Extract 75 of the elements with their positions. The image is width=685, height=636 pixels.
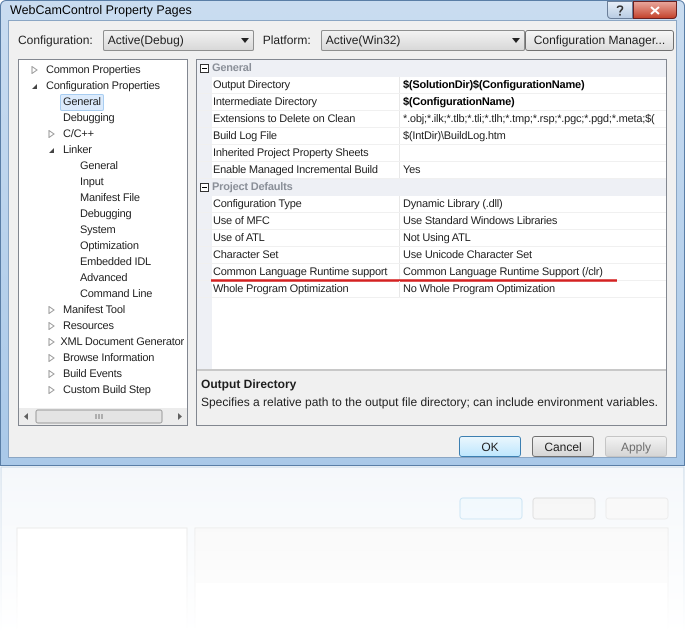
- collapsed-arrow-icon[interactable]: [48, 322, 55, 330]
- tree-item[interactable]: Manifest Tool: [60, 302, 128, 318]
- close-icon: [650, 6, 660, 14]
- tree-item[interactable]: General: [77, 158, 121, 174]
- help-button[interactable]: [607, 1, 633, 19]
- category-label: General: [212, 61, 252, 76]
- property-name[interactable]: Extensions to Delete on Clean: [213, 110, 356, 128]
- property-value[interactable]: Not Using ATL: [403, 230, 471, 246]
- tree-item[interactable]: Command Line: [77, 286, 156, 302]
- collapsed-arrow-icon[interactable]: [48, 354, 55, 362]
- tree-item[interactable]: Custom Build Step: [60, 382, 154, 398]
- property-value[interactable]: *.obj;*.ilk;*.tlb;*.tli;*.tlh;*.tmp;*.rsp;*.pgc;*.pgd;*.meta;$(: [403, 110, 655, 128]
- property-value[interactable]: No Whole Program Optimization: [403, 280, 555, 298]
- platform-label: Platform:: [262, 32, 311, 49]
- tree-item[interactable]: Optimization: [77, 238, 142, 254]
- dropdown-arrow-icon: [512, 38, 520, 42]
- tree-item[interactable]: System: [77, 222, 118, 238]
- tree-item[interactable]: Configuration Properties: [43, 78, 163, 94]
- property-name[interactable]: Output Directory: [213, 76, 290, 94]
- configuration-manager-button[interactable]: Configuration Manager...: [524, 30, 674, 50]
- property-name[interactable]: Configuration Type: [213, 196, 302, 212]
- horizontal-scrollbar[interactable]: [19, 408, 187, 425]
- collapsed-arrow-icon[interactable]: [48, 306, 55, 314]
- tree-item[interactable]: Advanced: [77, 270, 130, 286]
- property-name[interactable]: Common Language Runtime support: [213, 264, 388, 280]
- tree-item[interactable]: XML Document Generator: [57, 334, 187, 350]
- tree-item[interactable]: Resources: [60, 318, 117, 334]
- dropdown[interactable]: Active(Win32): [320, 30, 525, 50]
- tree-item[interactable]: Input: [77, 174, 106, 190]
- collapsed-arrow-icon[interactable]: [48, 130, 55, 138]
- question-icon: [616, 4, 624, 16]
- expanded-arrow-icon[interactable]: [48, 146, 55, 154]
- description-text: Specifies a relative path to the output file directory; can include environment variables.: [201, 394, 659, 411]
- dialog-button[interactable]: Cancel: [532, 436, 594, 457]
- collapsed-arrow-icon[interactable]: [31, 66, 38, 74]
- tree-item[interactable]: Common Properties: [43, 62, 144, 78]
- property-value[interactable]: Common Language Runtime Support (/clr): [403, 264, 603, 280]
- property-value[interactable]: Use Unicode Character Set: [403, 246, 532, 264]
- property-name[interactable]: Character Set: [213, 246, 278, 264]
- property-value[interactable]: Yes: [403, 162, 420, 178]
- dropdown[interactable]: Active(Debug): [102, 30, 254, 50]
- property-value[interactable]: $(IntDir)\BuildLog.htm: [403, 128, 506, 144]
- property-name[interactable]: Intermediate Directory: [213, 94, 317, 110]
- property-value[interactable]: $(SolutionDir)$(ConfigurationName): [403, 76, 584, 94]
- dialog-button[interactable]: OK: [459, 436, 521, 457]
- property-value[interactable]: $(ConfigurationName): [403, 94, 515, 110]
- tree-item[interactable]: Manifest File: [77, 190, 143, 206]
- configuration-label: Configuration:: [18, 32, 93, 49]
- collapsed-arrow-icon[interactable]: [48, 386, 55, 394]
- category-label: Project Defaults: [212, 180, 293, 196]
- property-name[interactable]: Whole Program Optimization: [213, 280, 348, 298]
- property-name[interactable]: Use of ATL: [213, 230, 265, 246]
- dropdown-arrow-icon: [240, 38, 249, 42]
- property-value[interactable]: Use Standard Windows Libraries: [403, 212, 558, 230]
- window-title: WebCamControl Property Pages: [9, 2, 192, 20]
- tree-item[interactable]: Linker: [60, 142, 95, 158]
- collapse-icon[interactable]: [200, 183, 209, 192]
- collapsed-arrow-icon[interactable]: [48, 338, 55, 346]
- close-button[interactable]: [633, 1, 677, 19]
- description-title: Output Directory: [201, 376, 298, 393]
- property-name[interactable]: Use of MFC: [213, 212, 270, 230]
- tree-item[interactable]: Embedded IDL: [77, 254, 154, 270]
- property-value[interactable]: Dynamic Library (.dll): [403, 196, 503, 212]
- collapse-icon[interactable]: [200, 64, 209, 73]
- tree-item[interactable]: Build Events: [60, 366, 125, 382]
- tree-item[interactable]: C/C++: [60, 126, 97, 142]
- property-name[interactable]: Build Log File: [213, 128, 277, 144]
- tree-item[interactable]: Browse Information: [60, 350, 158, 366]
- tree-item[interactable]: Debugging: [60, 110, 118, 126]
- expanded-arrow-icon[interactable]: [31, 82, 38, 90]
- collapsed-arrow-icon[interactable]: [48, 370, 55, 378]
- property-name[interactable]: Inherited Project Property Sheets: [213, 144, 368, 162]
- tree-item[interactable]: General: [60, 94, 104, 110]
- tree-item[interactable]: Debugging: [77, 206, 134, 222]
- property-name[interactable]: Enable Managed Incremental Build: [213, 162, 378, 178]
